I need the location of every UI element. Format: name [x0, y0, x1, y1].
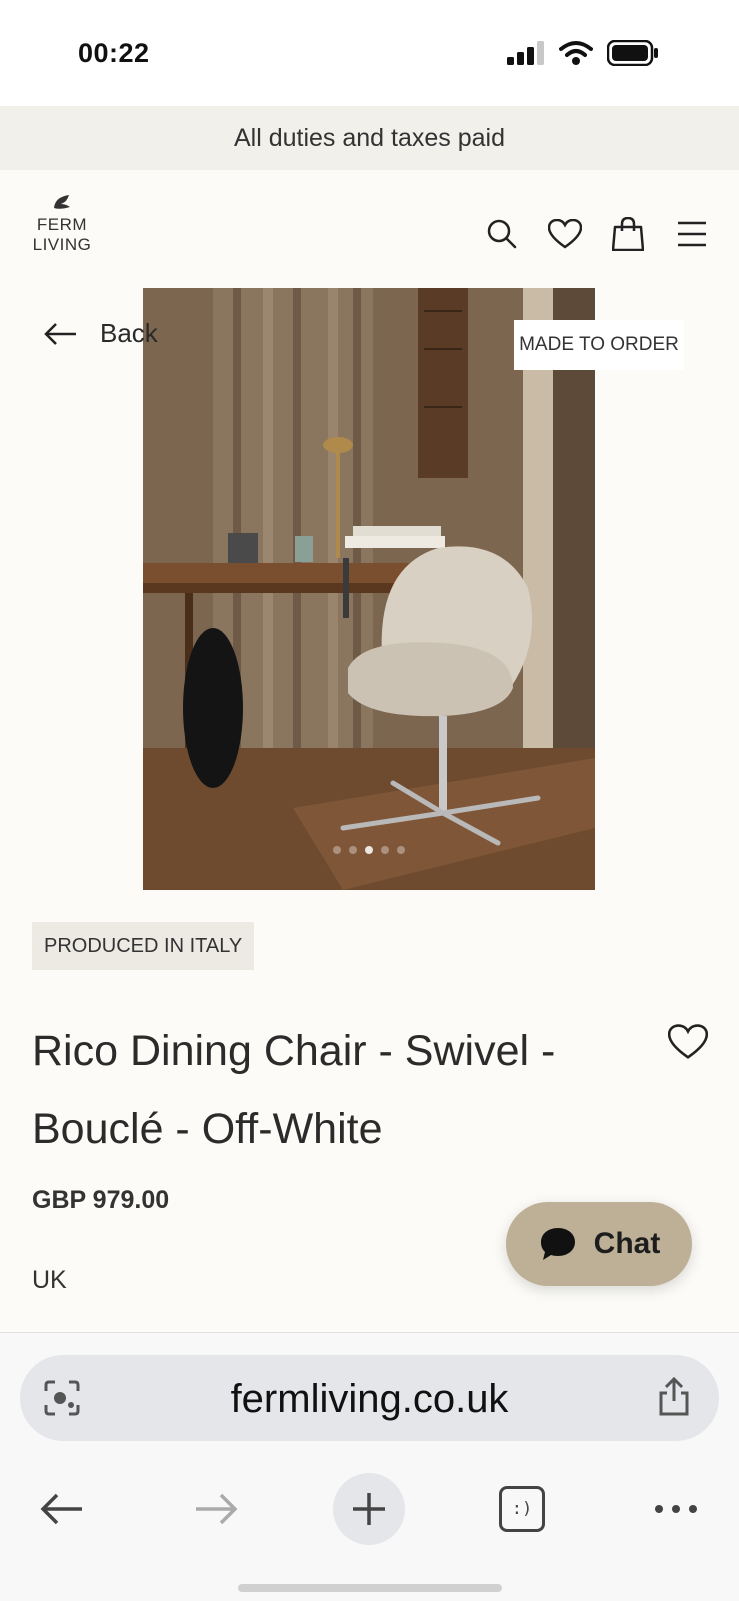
browser-toolbar: fermliving.co.uk :): [0, 1332, 739, 1601]
wifi-icon: [559, 40, 593, 71]
announcement-banner: All duties and taxes paid: [0, 106, 739, 170]
browser-forward-button[interactable]: [180, 1473, 252, 1545]
status-icons: [507, 39, 659, 71]
logo-text: FERM LIVING: [32, 215, 92, 254]
leaf-logo-icon: [54, 195, 70, 209]
chat-label: Chat: [593, 1227, 661, 1260]
carousel-dot[interactable]: [381, 846, 389, 854]
new-tab-button[interactable]: [333, 1473, 405, 1545]
tabs-label: :): [511, 1499, 533, 1519]
url-text: fermliving.co.uk: [230, 1377, 509, 1421]
banner-text: All duties and taxes paid: [233, 123, 505, 152]
site-header: FERM LIVING: [0, 170, 739, 288]
arrow-left-icon: [44, 322, 76, 345]
search-icon[interactable]: [484, 216, 520, 252]
product-price: GBP 979.00: [32, 1186, 170, 1214]
back-button[interactable]: Back: [44, 318, 158, 349]
more-options-button[interactable]: [640, 1473, 712, 1545]
signal-icon: [507, 41, 545, 70]
tabs-button[interactable]: :): [486, 1473, 558, 1545]
carousel-dot[interactable]: [333, 846, 341, 854]
arrow-right-icon: [196, 1493, 238, 1525]
made-to-order-badge: MADE TO ORDER: [514, 320, 684, 370]
carousel-indicators[interactable]: [143, 846, 595, 854]
home-indicator: [238, 1584, 502, 1592]
status-time: 00:22: [78, 38, 150, 68]
menu-icon[interactable]: [674, 216, 710, 252]
chat-bubble-icon: [540, 1228, 575, 1260]
brand-logo[interactable]: FERM LIVING: [30, 194, 94, 255]
browser-back-button[interactable]: [26, 1473, 98, 1545]
region-label: UK: [32, 1266, 67, 1294]
tabs-icon: :): [499, 1486, 545, 1532]
status-bar: 00:22: [0, 0, 739, 106]
favorite-button[interactable]: [667, 1024, 709, 1065]
shopping-bag-icon[interactable]: [610, 216, 646, 252]
carousel-dot[interactable]: [349, 846, 357, 854]
made-to-order-text: MADE TO ORDER: [519, 334, 679, 355]
origin-badge-text: PRODUCED IN ITALY: [44, 934, 243, 957]
heart-icon[interactable]: [547, 216, 583, 252]
more-dots-icon: [655, 1505, 697, 1513]
product-title: Rico Dining Chair - Swivel - Bouclé - Of…: [32, 1027, 556, 1153]
carousel-dot-active[interactable]: [365, 846, 373, 854]
back-label: Back: [100, 318, 158, 348]
plus-icon: [353, 1493, 385, 1525]
origin-badge: PRODUCED IN ITALY: [32, 922, 255, 970]
chat-button[interactable]: Chat: [506, 1202, 692, 1286]
address-bar[interactable]: fermliving.co.uk: [20, 1355, 719, 1441]
product-image[interactable]: [143, 288, 595, 890]
chair-photo: [143, 288, 595, 890]
carousel-dot[interactable]: [397, 846, 405, 854]
battery-icon: [606, 39, 659, 71]
arrow-left-icon: [40, 1493, 82, 1525]
heart-outline-icon: [667, 1024, 709, 1059]
share-icon[interactable]: [657, 1376, 691, 1422]
